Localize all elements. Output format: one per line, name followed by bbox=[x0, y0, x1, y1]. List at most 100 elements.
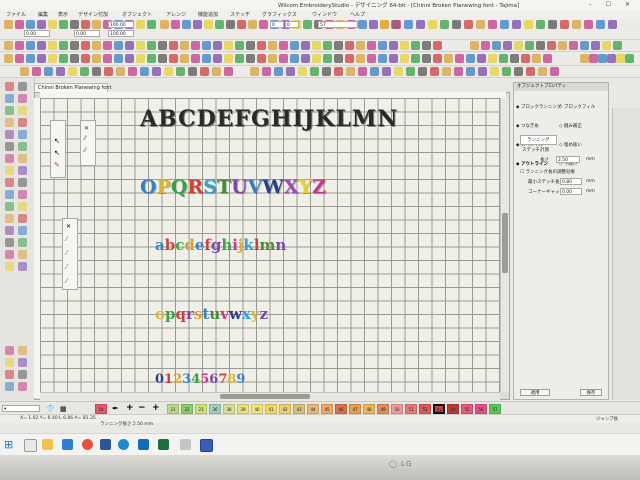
toolbar-button-icon[interactable] bbox=[591, 41, 600, 50]
toolbar-button-icon[interactable] bbox=[512, 20, 521, 29]
letter-glyph[interactable]: r bbox=[186, 305, 194, 323]
toolbar-button-icon[interactable] bbox=[37, 41, 46, 50]
letter-glyph[interactable]: R bbox=[187, 176, 203, 198]
toolbar-button-icon[interactable] bbox=[180, 41, 189, 50]
toolbar-button-icon[interactable] bbox=[440, 20, 449, 29]
letter-glyph[interactable]: S bbox=[203, 176, 217, 198]
file-explorer-icon[interactable] bbox=[42, 439, 53, 450]
toolbar-button-icon[interactable] bbox=[237, 20, 246, 29]
thread-chart-dropdown[interactable]: ▾ bbox=[2, 405, 40, 412]
toolbar-button-icon[interactable] bbox=[160, 20, 169, 29]
toolbar-button-icon[interactable] bbox=[48, 54, 57, 63]
letter-glyph[interactable]: 0 bbox=[155, 372, 164, 387]
toolbar-button-icon[interactable] bbox=[422, 54, 431, 63]
toolbar-button-icon[interactable] bbox=[140, 67, 149, 76]
toolbar-button-icon[interactable] bbox=[32, 67, 41, 76]
toolbar-button-icon[interactable] bbox=[433, 54, 442, 63]
left-tool-icon[interactable] bbox=[5, 106, 14, 115]
toolbar-button-icon[interactable] bbox=[356, 41, 365, 50]
toolbar-button-icon[interactable] bbox=[180, 54, 189, 63]
toolbar-button-icon[interactable] bbox=[358, 67, 367, 76]
toolbar-button-icon[interactable] bbox=[310, 67, 319, 76]
toolbar-button-icon[interactable] bbox=[481, 41, 490, 50]
toolbar-button-icon[interactable] bbox=[92, 67, 101, 76]
toolbar-button-icon[interactable] bbox=[279, 41, 288, 50]
toolbar-button-icon[interactable] bbox=[470, 41, 479, 50]
color-swatch[interactable]: 54 bbox=[447, 404, 459, 414]
toolbar-button-icon[interactable] bbox=[114, 41, 123, 50]
letter-glyph[interactable]: x bbox=[242, 305, 251, 323]
toolbar-button-icon[interactable] bbox=[358, 20, 367, 29]
toolbar-button-icon[interactable] bbox=[213, 41, 222, 50]
toolbar-button-icon[interactable] bbox=[92, 41, 101, 50]
color-swatch[interactable]: 55 bbox=[461, 404, 473, 414]
toolbar-button-icon[interactable] bbox=[370, 67, 379, 76]
lowercase-lettering-o-z[interactable]: opqrstuvwxyz bbox=[155, 305, 268, 323]
close-palette-icon[interactable]: ✕ bbox=[84, 125, 89, 132]
left-tool-icon[interactable] bbox=[18, 238, 27, 247]
vertical-scrollbar[interactable] bbox=[500, 98, 509, 392]
toolbar-field[interactable]: 100.00 bbox=[108, 30, 134, 37]
toolbar-button-icon[interactable] bbox=[147, 20, 156, 29]
toolbar-button-icon[interactable] bbox=[466, 54, 475, 63]
color-swatch[interactable]: 43 bbox=[293, 404, 305, 414]
toolbar-button-icon[interactable] bbox=[510, 54, 519, 63]
toolbar-button-icon[interactable] bbox=[422, 41, 431, 50]
embroiderystudio-taskbar-icon[interactable] bbox=[200, 439, 213, 452]
toolbar-button-icon[interactable] bbox=[382, 67, 391, 76]
letter-glyph[interactable]: 3 bbox=[182, 372, 191, 387]
left-tool-icon[interactable] bbox=[5, 154, 14, 163]
toolbar-button-icon[interactable] bbox=[526, 67, 535, 76]
toolbar-button-icon[interactable] bbox=[490, 67, 499, 76]
letter-glyph[interactable]: q bbox=[176, 305, 187, 323]
running-adjust-checkbox[interactable]: ☐ ランニング長の調整効果 bbox=[520, 169, 575, 175]
left-tool-icon[interactable] bbox=[5, 346, 14, 355]
left-tool-icon[interactable] bbox=[18, 178, 27, 187]
edge-icon[interactable] bbox=[118, 439, 129, 450]
toolbar-button-icon[interactable] bbox=[191, 54, 200, 63]
color-swatch[interactable]: 39 bbox=[237, 404, 249, 414]
toolbar-button-icon[interactable] bbox=[44, 67, 53, 76]
digitize-tool-icon[interactable]: ⁄ bbox=[66, 235, 67, 243]
toolbar-button-icon[interactable] bbox=[188, 67, 197, 76]
toolbar-button-icon[interactable] bbox=[301, 41, 310, 50]
toolbar-button-icon[interactable] bbox=[136, 20, 145, 29]
toolbar-button-icon[interactable] bbox=[613, 41, 622, 50]
add-color-icon-2[interactable]: + bbox=[152, 403, 160, 413]
toolbar-button-icon[interactable] bbox=[92, 54, 101, 63]
toolbar-button-icon[interactable] bbox=[416, 20, 425, 29]
toolbar-button-icon[interactable] bbox=[26, 54, 35, 63]
toolbar-field[interactable]: 100.00 bbox=[108, 21, 134, 28]
color-swatch[interactable]: 52 bbox=[419, 404, 431, 414]
toolbar-button-icon[interactable] bbox=[290, 41, 299, 50]
left-tool-icon[interactable] bbox=[5, 358, 14, 367]
toolbar-button-icon[interactable] bbox=[147, 54, 156, 63]
close-palette-icon[interactable]: ✕ bbox=[66, 223, 71, 230]
menu-item[interactable]: アレンジ bbox=[166, 11, 186, 18]
letter-glyph[interactable]: c bbox=[175, 236, 184, 254]
toolbar-button-icon[interactable] bbox=[492, 41, 501, 50]
toolbar-button-icon[interactable] bbox=[262, 67, 271, 76]
toolbar-button-icon[interactable] bbox=[136, 41, 145, 50]
left-tool-icon[interactable] bbox=[18, 142, 27, 151]
toolbar-button-icon[interactable] bbox=[428, 20, 437, 29]
toolbar-button-icon[interactable] bbox=[356, 54, 365, 63]
left-tool-icon[interactable] bbox=[18, 214, 27, 223]
toolbar-button-icon[interactable] bbox=[92, 20, 101, 29]
toolbar-button-icon[interactable] bbox=[204, 20, 213, 29]
toolbar-button-icon[interactable] bbox=[257, 41, 266, 50]
toolbar-button-icon[interactable] bbox=[4, 54, 13, 63]
shirt-icon[interactable]: 👕 bbox=[46, 405, 55, 413]
toolbar-button-icon[interactable] bbox=[584, 20, 593, 29]
toolbar-button-icon[interactable] bbox=[596, 20, 605, 29]
digitize-tool-icon[interactable]: ⁄ bbox=[66, 249, 67, 257]
uppercase-colored-lettering[interactable]: OPQRSTUVWXYZ bbox=[140, 176, 326, 198]
left-tool-icon[interactable] bbox=[5, 262, 14, 271]
toolbar-button-icon[interactable] bbox=[369, 20, 378, 29]
toolbar-button-icon[interactable] bbox=[547, 41, 556, 50]
toolbar-field[interactable]: 0 bbox=[285, 21, 299, 28]
toolbar-button-icon[interactable] bbox=[444, 54, 453, 63]
left-tool-icon[interactable] bbox=[5, 142, 14, 151]
toolbar-button-icon[interactable] bbox=[543, 54, 552, 63]
menu-item[interactable]: デザイン付加 bbox=[78, 11, 108, 18]
